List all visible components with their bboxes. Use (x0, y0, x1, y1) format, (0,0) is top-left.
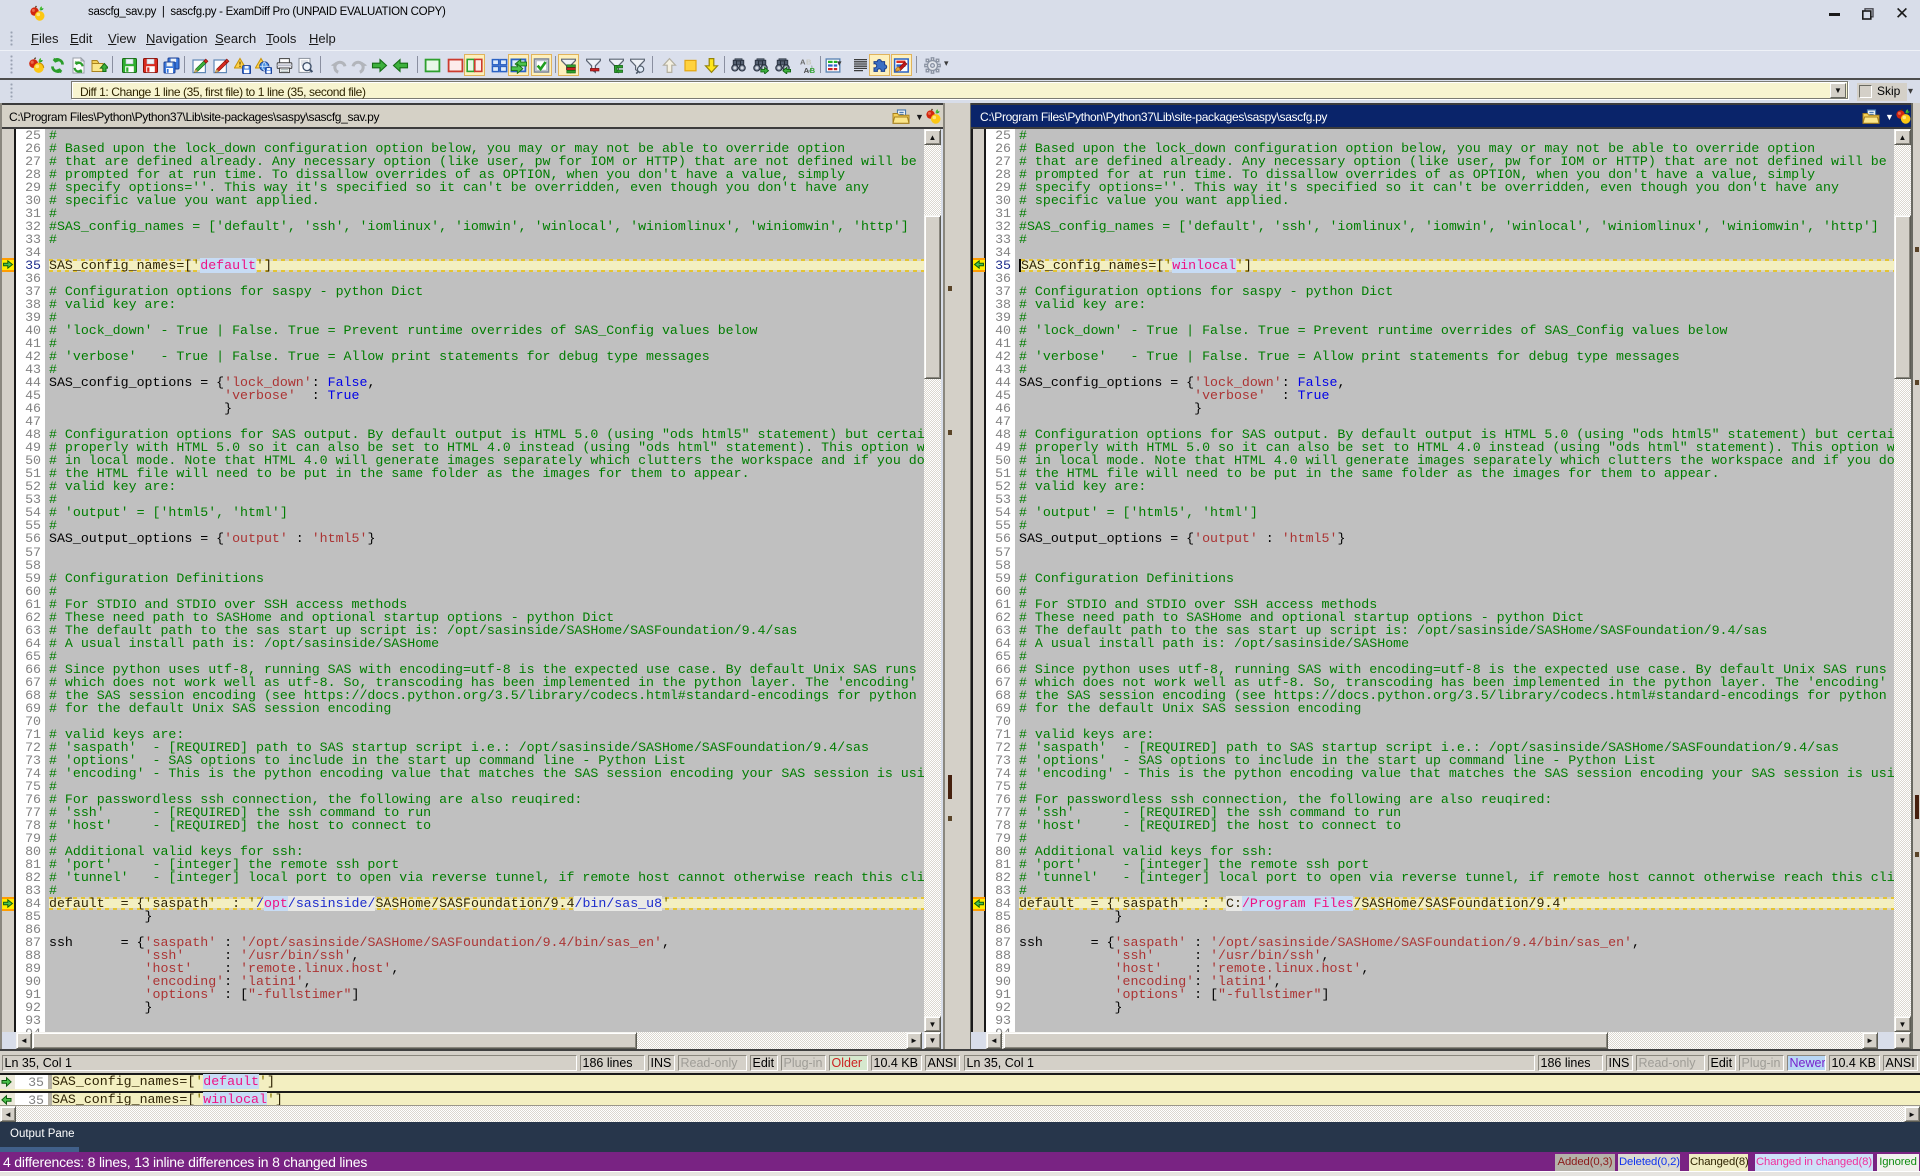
svg-text:B: B (810, 66, 816, 74)
